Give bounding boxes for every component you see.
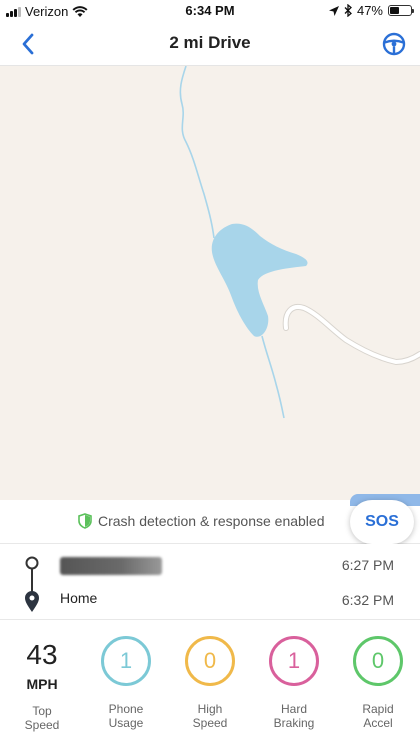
end-location: Home [60, 590, 98, 606]
location-arrow-icon [328, 5, 339, 16]
stat-label-line: High [197, 702, 223, 716]
bluetooth-icon [344, 4, 352, 17]
stat-label: High Speed [193, 702, 228, 730]
stat-circle: 0 [185, 636, 235, 686]
stat-label-line: Speed [24, 718, 60, 732]
top-speed-unit: MPH [26, 676, 58, 692]
stat-label-line: Top [32, 704, 52, 718]
nav-bar: 2 mi Drive [0, 22, 420, 66]
stream [261, 335, 285, 419]
stat-circle: 1 [101, 636, 151, 686]
origin-pin-icon [25, 556, 39, 570]
lake [211, 223, 308, 337]
stat-label: Phone Usage [109, 702, 144, 730]
status-right: 47% [328, 3, 414, 18]
stat-label: Top Speed [25, 704, 60, 732]
end-time: 6:32 PM [341, 592, 394, 608]
stat-label-line: Rapid [362, 702, 394, 716]
map-graphics [179, 66, 420, 419]
destination-pin-icon [25, 591, 39, 612]
stat-label-line: Speed [192, 716, 228, 730]
crash-detection-status: Crash detection & response enabled [78, 513, 324, 529]
route-line [25, 556, 39, 612]
stat-rapid-accel[interactable]: 0 Rapid Accel [336, 620, 420, 746]
stat-label-line: Braking [273, 716, 315, 730]
battery-percent: 47% [356, 3, 383, 18]
route-details: 6:27 PM Home 6:32 PM [0, 544, 420, 620]
shield-icon [78, 513, 92, 529]
stat-phone-usage[interactable]: 1 Phone Usage [84, 620, 168, 746]
road [283, 305, 420, 365]
stat-label-line: Usage [108, 716, 144, 730]
crash-detection-text: Crash detection & response enabled [98, 513, 325, 529]
start-time: 6:27 PM [341, 557, 394, 573]
crash-detection-bar: Crash detection & response enabled SOS [0, 494, 420, 544]
road [282, 304, 420, 366]
stream [179, 66, 215, 239]
stat-circle: 0 [353, 636, 403, 686]
trip-map[interactable] [0, 66, 420, 500]
stat-high-speed[interactable]: 0 High Speed [168, 620, 252, 746]
stat-label: Hard Braking [274, 702, 315, 730]
drive-stats: 43 MPH Top Speed 1 Phone Usage 0 High Sp… [0, 620, 420, 746]
start-location-redacted [60, 557, 162, 575]
stat-label-line: Phone [108, 702, 144, 716]
sos-button[interactable]: SOS [350, 500, 414, 544]
page-title: 2 mi Drive [169, 33, 251, 52]
status-bar: Verizon 6:34 PM 47% [0, 0, 420, 22]
stat-top-speed[interactable]: 43 MPH Top Speed [0, 620, 84, 746]
stat-hard-braking[interactable]: 1 Hard Braking [252, 620, 336, 746]
stat-label-line: Hard [280, 702, 307, 716]
top-speed-value: 43 [26, 639, 58, 670]
steering-wheel-button[interactable] [380, 30, 408, 58]
steering-wheel-icon [382, 32, 406, 56]
stat-label-line: Accel [363, 716, 393, 730]
battery-icon [388, 5, 414, 16]
stat-circle: 1 [269, 636, 319, 686]
stat-label: Rapid Accel [362, 702, 393, 730]
